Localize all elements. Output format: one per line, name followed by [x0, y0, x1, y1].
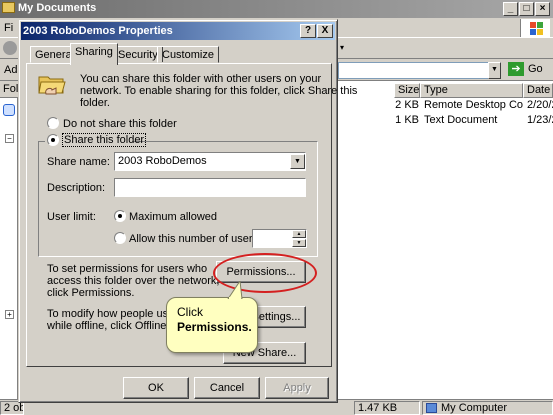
radio-share-label[interactable]: Share this folder	[62, 133, 147, 147]
intro-line-3: folder.	[80, 97, 110, 109]
address-input[interactable]	[338, 62, 500, 79]
share-radio-group: Share this folder	[45, 133, 147, 147]
back-icon[interactable]	[3, 41, 17, 55]
radio-maximum-allowed-label[interactable]: Maximum allowed	[129, 211, 217, 223]
file-type: Text Document	[424, 114, 498, 126]
share-name-label: Share name:	[47, 156, 110, 168]
column-size[interactable]: Size	[394, 83, 420, 98]
description-input[interactable]	[114, 178, 306, 197]
description-label: Description:	[47, 182, 106, 194]
radio-do-not-share-label[interactable]: Do not share this folder	[63, 118, 177, 130]
close-icon[interactable]: ×	[535, 2, 550, 16]
go-button[interactable]: ➔ Go	[508, 62, 550, 79]
collapse-icon[interactable]: −	[5, 134, 14, 143]
file-size: 1 KB	[395, 114, 419, 126]
address-dropdown-icon[interactable]: ▼	[488, 62, 501, 79]
column-date[interactable]: Date M	[523, 83, 553, 98]
dialog-title: 2003 RoboDemos Properties	[23, 25, 173, 37]
dialog-close-icon[interactable]: X	[317, 24, 333, 38]
permissions-text-2: access this folder over the network,	[47, 275, 220, 287]
views-dropdown-icon[interactable]: ▾	[340, 43, 344, 52]
status-objects: 2 objects	[0, 401, 24, 415]
permissions-text-3: click Permissions.	[47, 287, 135, 299]
spin-up-icon[interactable]: ▲	[292, 230, 306, 238]
file-date: 2/20/2	[527, 99, 553, 111]
windows-logo-icon	[520, 19, 550, 37]
dialog-title-bar: 2003 RoboDemos Properties	[21, 22, 335, 40]
folders-pane: − +	[0, 98, 18, 399]
apply-button[interactable]: Apply	[265, 377, 329, 399]
file-size: 2 KB	[395, 99, 419, 111]
file-type: Remote Desktop Co...	[424, 99, 523, 111]
status-location: My Computer	[422, 401, 553, 415]
file-list	[338, 81, 553, 399]
share-name-select[interactable]: 2003 RoboDemos	[114, 152, 306, 171]
radio-allow-number[interactable]	[114, 232, 126, 244]
shared-folder-icon	[38, 72, 66, 96]
tab-security[interactable]: Security	[113, 46, 163, 63]
column-type[interactable]: Type	[420, 83, 523, 98]
user-limit-label: User limit:	[47, 211, 96, 223]
explorer-title-bar: My Documents _ □ ×	[0, 0, 553, 18]
ie-icon	[3, 104, 15, 116]
folder-icon	[2, 2, 15, 13]
intro-line-1: You can share this folder with other use…	[80, 73, 322, 85]
help-icon[interactable]: ?	[300, 24, 316, 38]
callout-pointer	[227, 281, 243, 299]
permissions-text-1: To set permissions for users who	[47, 263, 208, 275]
folders-label: Fol	[0, 81, 18, 98]
cancel-button[interactable]: Cancel	[194, 377, 260, 399]
go-arrow-icon: ➔	[508, 62, 524, 76]
file-date: 1/23/2	[527, 114, 553, 126]
expand-icon[interactable]: +	[5, 310, 14, 319]
share-name-dropdown-icon[interactable]: ▼	[290, 154, 305, 169]
radio-allow-number-label[interactable]: Allow this number of users:	[129, 233, 261, 245]
callout-line-2: Permissions.	[177, 320, 252, 334]
spin-down-icon[interactable]: ▼	[292, 239, 306, 247]
maximize-icon[interactable]: □	[519, 2, 534, 16]
computer-icon	[426, 403, 437, 413]
menu-file[interactable]: Fi	[4, 22, 13, 34]
radio-do-not-share[interactable]	[47, 117, 59, 129]
ok-button[interactable]: OK	[123, 377, 189, 399]
radio-share[interactable]	[47, 134, 59, 146]
tab-sharing[interactable]: Sharing	[70, 43, 118, 65]
callout-tooltip: Click Permissions.	[166, 297, 258, 353]
radio-maximum-allowed[interactable]	[114, 210, 126, 222]
tab-customize[interactable]: Customize	[157, 46, 219, 63]
intro-line-2: network. To enable sharing for this fold…	[80, 85, 358, 97]
status-size: 1.47 KB	[354, 401, 420, 415]
explorer-title: My Documents	[18, 2, 97, 14]
minimize-icon[interactable]: _	[503, 2, 518, 16]
callout-line-1: Click	[177, 305, 203, 319]
